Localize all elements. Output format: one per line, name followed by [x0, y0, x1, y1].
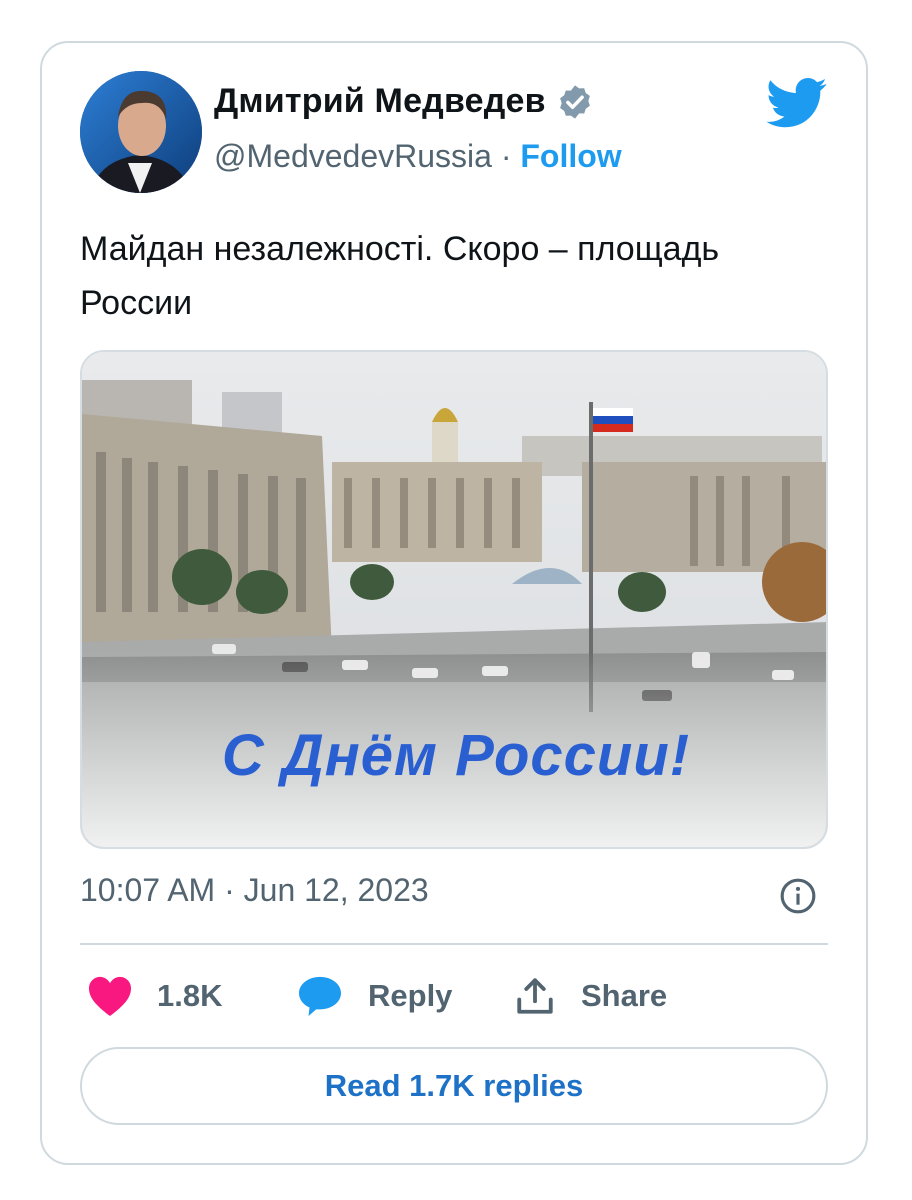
verified-badge-icon [556, 83, 594, 121]
reply-label: Reply [368, 978, 453, 1013]
author-name[interactable]: Дмитрий Медведев [214, 82, 546, 121]
like-count: 1.8K [157, 978, 223, 1013]
read-replies-label: Read 1.7K replies [324, 1068, 584, 1103]
share-icon [517, 978, 553, 1014]
follow-button[interactable]: Follow [520, 138, 621, 174]
reply-bubble-icon [299, 976, 341, 1017]
author-name-row: Дмитрий Медведев [214, 82, 594, 121]
tweet-timestamp[interactable]: 10:07 AM · Jun 12, 2023 [80, 872, 429, 909]
author-handle[interactable]: @MedvedevRussia [214, 138, 492, 174]
heart-icon [89, 976, 131, 1017]
read-replies-button[interactable]: Read 1.7K replies [80, 1047, 828, 1125]
reply-button[interactable]: Reply [296, 975, 452, 1017]
tweet-text: Майдан незалежності. Скоро – площадь Рос… [80, 222, 830, 330]
twitter-bird-icon[interactable] [766, 78, 828, 128]
divider [80, 943, 828, 945]
handle-row: @MedvedevRussia · Follow [214, 138, 622, 175]
media-banner-text: С Днём России! [221, 723, 691, 788]
share-label: Share [581, 978, 668, 1013]
tweet-text-line-2: России [80, 284, 193, 322]
like-button[interactable]: 1.8K [87, 975, 222, 1017]
handle-separator: · [500, 138, 512, 174]
avatar[interactable] [80, 71, 202, 193]
share-button[interactable]: Share [513, 975, 667, 1017]
tweet-text-line-1: Майдан незалежності. Скоро – площадь [80, 230, 720, 268]
info-icon[interactable] [779, 877, 817, 915]
